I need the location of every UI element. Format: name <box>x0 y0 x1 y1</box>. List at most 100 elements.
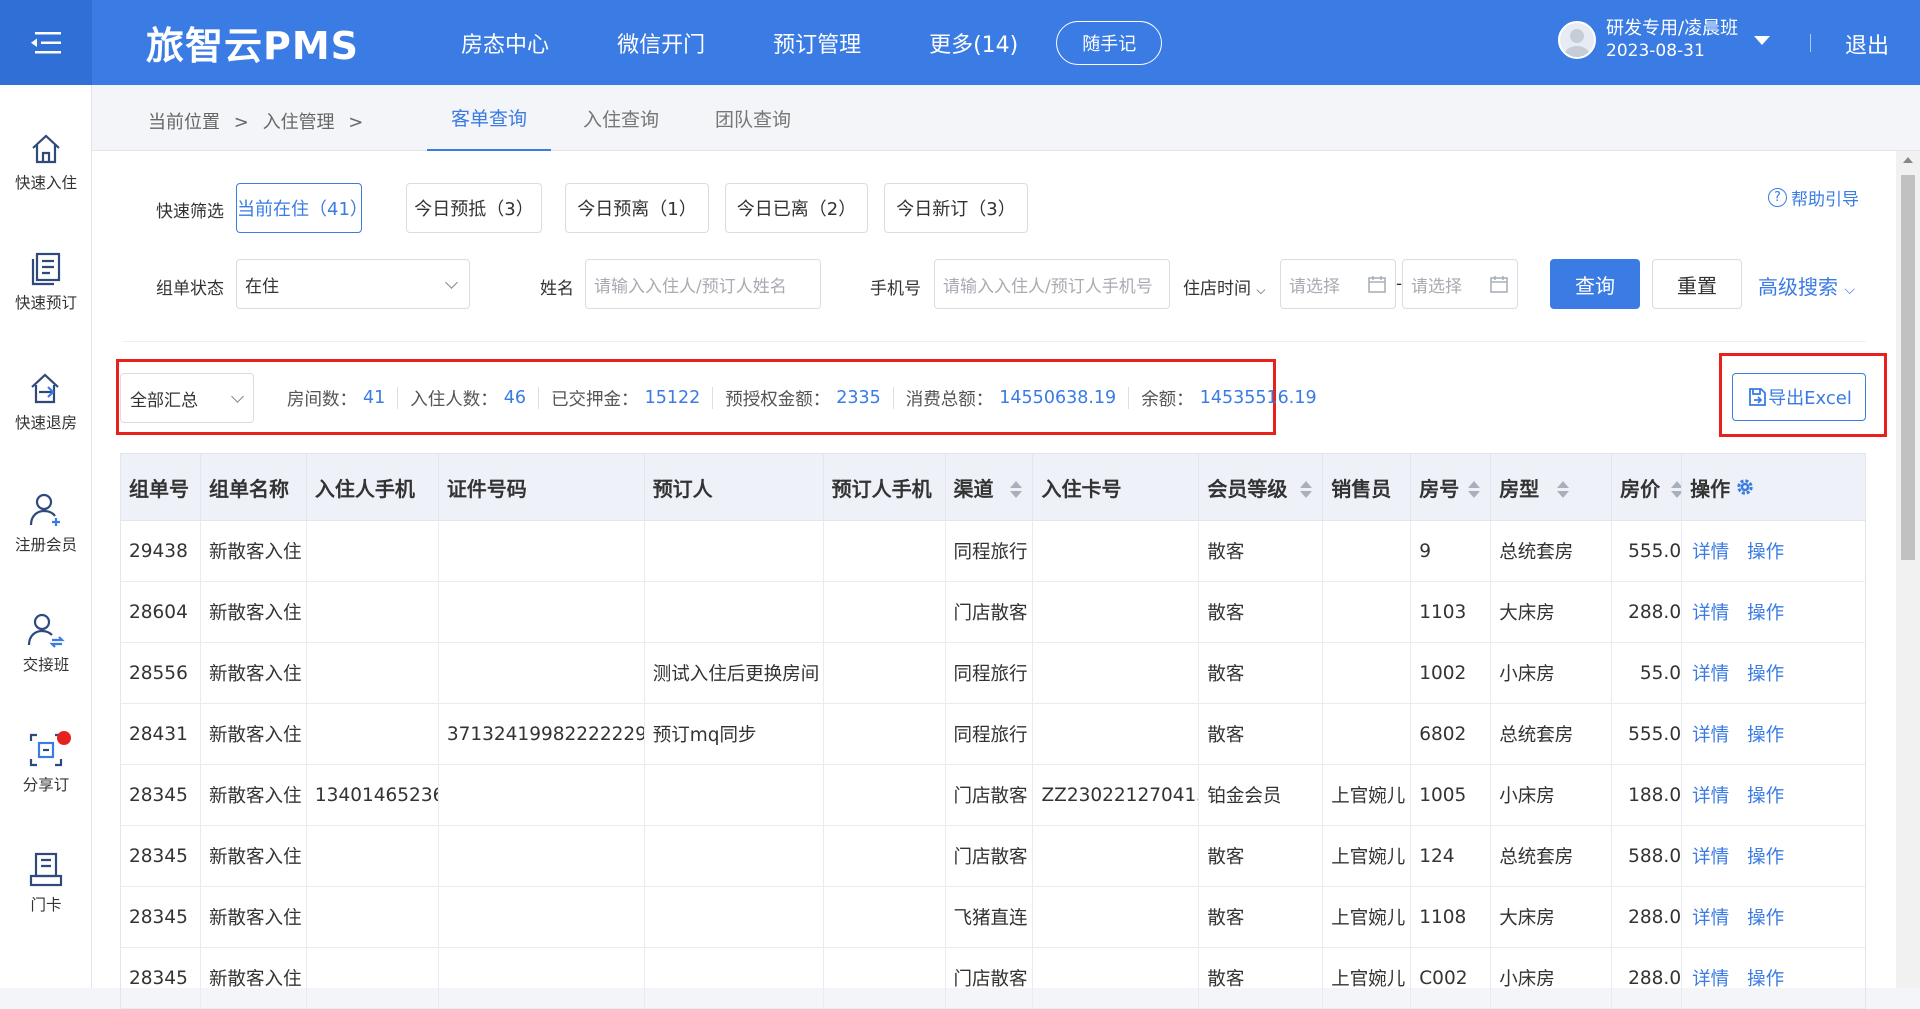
table-row[interactable]: 29438 新散客入住 同程旅行 散客 9 总统套房 555.0 详情 操作 <box>120 521 1866 582</box>
breadcrumb-section[interactable]: 入住管理 <box>263 112 335 133</box>
sort-icon[interactable] <box>1557 481 1570 498</box>
summary-scope-select[interactable]: 全部汇总 <box>120 373 254 423</box>
nav-wechat-door[interactable]: 微信开门 <box>617 27 705 59</box>
operate-link[interactable]: 操作 <box>1747 538 1784 564</box>
table-cell <box>307 826 439 886</box>
table-row[interactable]: 28556 新散客入住 测试入住后更换房间 同程旅行 散客 1002 小床房 55.0 详情 操作 <box>120 643 1866 704</box>
detail-link[interactable]: 详情 <box>1692 782 1729 808</box>
chevron-down-icon <box>231 390 244 403</box>
table-cell <box>307 582 439 642</box>
table-row[interactable]: 28345 新散客入住 飞猪直连 散客 上官婉儿 1108 大床房 288.0 详情 操作 <box>120 887 1866 948</box>
table-cell: 散客 <box>1199 521 1324 581</box>
date-start-input[interactable]: 请选择 <box>1280 259 1396 309</box>
table-cell <box>1033 948 1200 1008</box>
sort-icon[interactable] <box>1671 481 1682 498</box>
table-cell: C002 <box>1411 948 1492 1008</box>
sidebar-item-door-card[interactable]: 门卡 <box>0 851 92 941</box>
table-cell: 散客 <box>1199 826 1324 886</box>
table-cell: 288.0 <box>1612 582 1683 642</box>
sidebar-item-register-member[interactable]: 注册会员 <box>0 491 92 581</box>
operate-link[interactable]: 操作 <box>1747 782 1784 808</box>
tab-group-query[interactable]: 团队查询 <box>691 85 815 151</box>
table-row[interactable]: 28604 新散客入住 门店散客 散客 1103 大床房 288.0 详情 操作 <box>120 582 1866 643</box>
stay-time-select[interactable]: 住店时间 ⌵ <box>1183 274 1266 299</box>
sidebar-item-quick-booking[interactable]: 快速预订 <box>0 251 92 341</box>
advanced-search-toggle[interactable]: 高级搜索 ⌵ <box>1758 271 1855 300</box>
col-room-price[interactable]: 房价 <box>1612 454 1683 520</box>
checkout-icon <box>31 373 59 404</box>
table-cell <box>1323 643 1412 703</box>
sidebar-item-share-order[interactable]: 分享订 <box>0 731 92 821</box>
quick-filter-arriving-today[interactable]: 今日预抵（3） <box>406 183 542 233</box>
export-excel-button[interactable]: 导出Excel <box>1732 373 1866 421</box>
status-select[interactable]: 在住 <box>236 259 470 309</box>
nav-more[interactable]: 更多(14) <box>929 27 1018 59</box>
table-cell <box>645 765 824 825</box>
quick-filter-departing-today[interactable]: 今日预离（1） <box>565 183 709 233</box>
scroll-thumb[interactable] <box>1901 175 1915 560</box>
export-label: 导出Excel <box>1768 388 1852 409</box>
table-row[interactable]: 28345 新散客入住 门店散客 散客 上官婉儿 C002 小床房 288.0 详情 操作 <box>120 948 1866 1009</box>
quick-filter-departed-today[interactable]: 今日已离（2） <box>725 183 868 233</box>
col-room-no[interactable]: 房号 <box>1411 454 1492 520</box>
reset-button[interactable]: 重置 <box>1652 259 1742 309</box>
help-guide-link[interactable]: ? 帮助引导 <box>1768 185 1859 210</box>
col-room-type[interactable]: 房型 <box>1491 454 1613 520</box>
operate-link[interactable]: 操作 <box>1747 965 1784 991</box>
sidebar-item-quick-checkout[interactable]: 快速退房 <box>0 371 92 461</box>
table-cell: 散客 <box>1199 948 1324 1008</box>
sort-icon[interactable] <box>1010 481 1023 498</box>
date-end-input[interactable]: 请选择 <box>1402 259 1518 309</box>
detail-link[interactable]: 详情 <box>1692 660 1729 686</box>
sidebar-item-label: 快速预订 <box>14 294 77 312</box>
col-guest-phone: 入住人手机 <box>307 454 439 520</box>
table-cell: 散客 <box>1199 887 1324 947</box>
table-row[interactable]: 28345 新散客入住 门店散客 散客 上官婉儿 124 总统套房 588.0 详情 操作 <box>120 826 1866 887</box>
table-cell: 288.0 <box>1612 887 1683 947</box>
table-cell <box>307 704 439 764</box>
operate-link[interactable]: 操作 <box>1747 721 1784 747</box>
name-input[interactable]: 请输入入住人/预订人姓名 <box>585 259 821 309</box>
table-cell: 28345 <box>121 765 201 825</box>
table-cell: 门店散客 <box>946 826 1034 886</box>
menu-toggle-button[interactable] <box>0 0 92 85</box>
summary-scope-value: 全部汇总 <box>130 390 198 411</box>
table-row[interactable]: 28431 新散客入住 371324199822222290 预订mq同步 同程旅行 散客… <box>120 704 1866 765</box>
detail-link[interactable]: 详情 <box>1692 965 1729 991</box>
gear-icon[interactable] <box>1736 478 1754 496</box>
sort-icon[interactable] <box>1468 481 1481 498</box>
detail-link[interactable]: 详情 <box>1692 721 1729 747</box>
detail-link[interactable]: 详情 <box>1692 538 1729 564</box>
tab-guest-order-query[interactable]: 客单查询 <box>427 85 552 151</box>
logout-link[interactable]: 退出 <box>1845 28 1889 60</box>
table-row[interactable]: 28345 新散客入住 13401465236 门店散客 ZZ230221270415 铂… <box>120 765 1866 826</box>
sort-icon[interactable] <box>1300 481 1313 498</box>
vertical-scrollbar[interactable] <box>1896 151 1920 988</box>
user-menu[interactable]: 研发专用/凌晨班 2023-08-31 <box>1558 18 1771 62</box>
detail-link[interactable]: 详情 <box>1692 599 1729 625</box>
tab-checkin-query[interactable]: 入住查询 <box>559 85 683 151</box>
nav-booking-management[interactable]: 预订管理 <box>773 27 861 59</box>
user-avatar-icon <box>1564 29 1590 57</box>
nav-room-status[interactable]: 房态中心 <box>461 27 549 59</box>
operate-link[interactable]: 操作 <box>1747 660 1784 686</box>
scroll-up-arrow-icon[interactable] <box>1903 157 1913 163</box>
col-member-level[interactable]: 会员等级 <box>1199 454 1324 520</box>
operate-link[interactable]: 操作 <box>1747 599 1784 625</box>
phone-input[interactable]: 请输入入住人/预订人手机号 <box>934 259 1170 309</box>
detail-link[interactable]: 详情 <box>1692 904 1729 930</box>
operate-link[interactable]: 操作 <box>1747 904 1784 930</box>
sidebar-item-shift-handover[interactable]: 交接班 <box>0 611 92 701</box>
breadcrumb: 当前位置 > 入住管理 > <box>148 108 371 134</box>
sidebar-item-label: 交接班 <box>22 656 70 674</box>
caret-down-icon[interactable] <box>1754 35 1771 45</box>
quick-filter-new-today[interactable]: 今日新订（3） <box>884 183 1028 233</box>
col-channel[interactable]: 渠道 <box>946 454 1034 520</box>
breadcrumb-location: 当前位置 <box>148 112 220 133</box>
operate-link[interactable]: 操作 <box>1747 843 1784 869</box>
sidebar-item-quick-checkin[interactable]: 快速入住 <box>0 131 92 221</box>
query-button[interactable]: 查询 <box>1550 259 1640 309</box>
detail-link[interactable]: 详情 <box>1692 843 1729 869</box>
quick-note-button[interactable]: 随手记 <box>1056 20 1163 65</box>
quick-filter-in-house[interactable]: 当前在住（41） <box>236 183 368 233</box>
